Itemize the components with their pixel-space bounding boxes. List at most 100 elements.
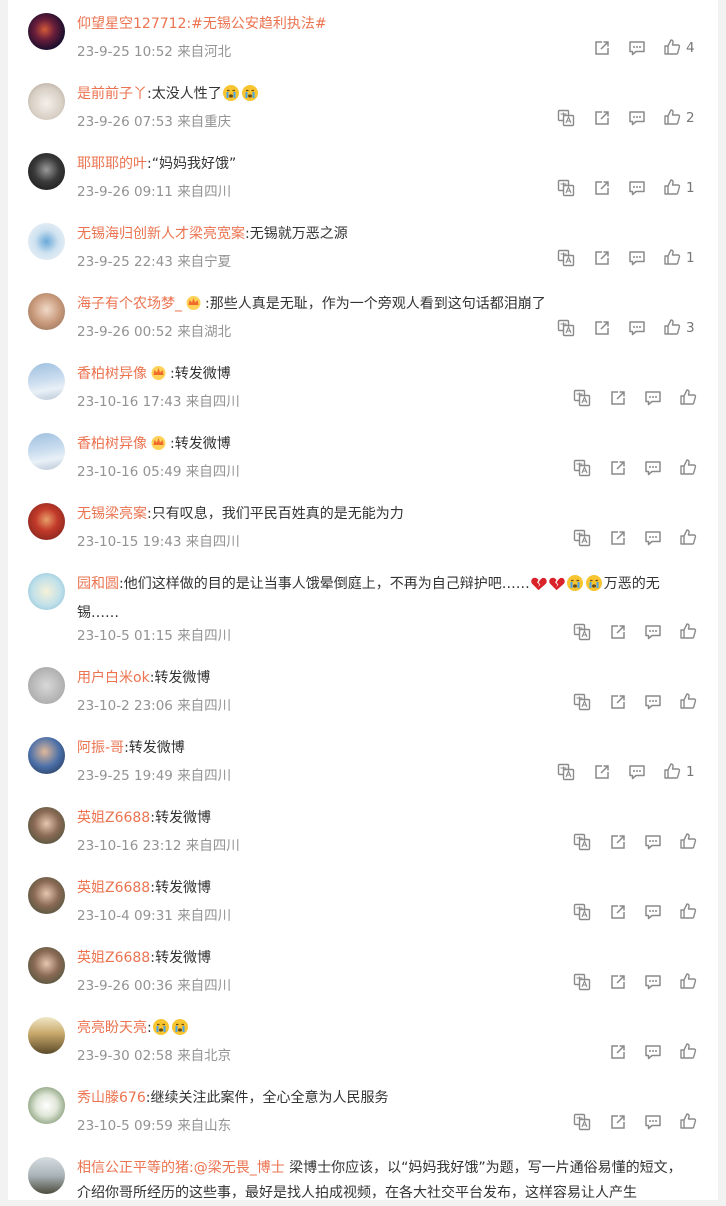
like-icon[interactable] bbox=[679, 832, 697, 850]
hashtag-link[interactable]: :#无锡公安趋利执法# bbox=[186, 16, 326, 32]
avatar[interactable] bbox=[28, 737, 65, 774]
username[interactable]: 是前前子丫 bbox=[77, 86, 147, 102]
like-icon[interactable] bbox=[679, 458, 697, 476]
share-icon[interactable] bbox=[609, 459, 627, 477]
translate-icon[interactable] bbox=[573, 529, 591, 547]
like-icon[interactable] bbox=[663, 178, 681, 196]
like-icon[interactable] bbox=[679, 692, 697, 710]
comment-icon[interactable] bbox=[628, 39, 646, 57]
username[interactable]: 英姐Z6688 bbox=[77, 950, 150, 966]
share-icon[interactable] bbox=[593, 763, 611, 781]
like-icon[interactable] bbox=[679, 972, 697, 990]
username[interactable]: 亮亮盼天亮 bbox=[77, 1020, 147, 1036]
translate-icon[interactable] bbox=[573, 459, 591, 477]
username[interactable]: 秀山滕676 bbox=[77, 1090, 146, 1106]
comment-icon[interactable] bbox=[644, 833, 662, 851]
like-icon[interactable] bbox=[663, 762, 681, 780]
share-icon[interactable] bbox=[593, 179, 611, 197]
avatar[interactable] bbox=[28, 573, 65, 610]
translate-icon[interactable] bbox=[573, 693, 591, 711]
comment-meta: 23-10-5 01:15 来自四川 bbox=[77, 624, 231, 644]
share-icon[interactable] bbox=[609, 833, 627, 851]
share-icon[interactable] bbox=[609, 389, 627, 407]
username[interactable]: 仰望星空127712 bbox=[77, 16, 186, 32]
avatar[interactable] bbox=[28, 223, 65, 260]
username[interactable]: 海子有个农场梦_ bbox=[77, 296, 182, 312]
share-icon[interactable] bbox=[593, 109, 611, 127]
share-icon[interactable] bbox=[593, 39, 611, 57]
avatar[interactable] bbox=[28, 363, 65, 400]
username[interactable]: 无锡海归创新人才梁亮宽案 bbox=[77, 226, 245, 242]
comment-icon[interactable] bbox=[628, 109, 646, 127]
comment-icon[interactable] bbox=[628, 763, 646, 781]
comment-icon[interactable] bbox=[628, 179, 646, 197]
share-icon[interactable] bbox=[593, 319, 611, 337]
comment-icon[interactable] bbox=[644, 693, 662, 711]
translate-icon[interactable] bbox=[557, 109, 575, 127]
like-icon[interactable] bbox=[679, 388, 697, 406]
avatar[interactable] bbox=[28, 947, 65, 984]
like-icon[interactable] bbox=[679, 528, 697, 546]
comment-icon[interactable] bbox=[644, 623, 662, 641]
share-icon[interactable] bbox=[609, 903, 627, 921]
like-icon[interactable] bbox=[663, 248, 681, 266]
avatar[interactable] bbox=[28, 1087, 65, 1124]
like-icon[interactable] bbox=[679, 622, 697, 640]
avatar[interactable] bbox=[28, 153, 65, 190]
like-icon[interactable] bbox=[663, 38, 681, 56]
share-icon[interactable] bbox=[593, 249, 611, 267]
comment-icon[interactable] bbox=[644, 459, 662, 477]
comment-icon[interactable] bbox=[644, 973, 662, 991]
username[interactable]: 阿振-哥 bbox=[77, 740, 124, 756]
like-icon[interactable] bbox=[663, 318, 681, 336]
avatar[interactable] bbox=[28, 667, 65, 704]
username[interactable]: 英姐Z6688 bbox=[77, 880, 150, 896]
avatar[interactable] bbox=[28, 13, 65, 50]
translate-icon[interactable] bbox=[557, 319, 575, 337]
like-icon[interactable] bbox=[679, 1042, 697, 1060]
username[interactable]: 香柏树异像 bbox=[77, 366, 147, 382]
avatar[interactable] bbox=[28, 877, 65, 914]
share-icon[interactable] bbox=[609, 1043, 627, 1061]
username[interactable]: 相信公正平等的猪 bbox=[77, 1160, 189, 1176]
share-icon[interactable] bbox=[609, 693, 627, 711]
like-icon[interactable] bbox=[679, 902, 697, 920]
translate-icon[interactable] bbox=[573, 903, 591, 921]
comment-icon[interactable] bbox=[644, 903, 662, 921]
username[interactable]: 香柏树异像 bbox=[77, 436, 147, 452]
translate-icon[interactable] bbox=[573, 833, 591, 851]
like-icon[interactable] bbox=[679, 1112, 697, 1130]
share-icon[interactable] bbox=[609, 623, 627, 641]
avatar[interactable] bbox=[28, 83, 65, 120]
avatar[interactable] bbox=[28, 1017, 65, 1054]
like-icon[interactable] bbox=[663, 108, 681, 126]
translate-icon[interactable] bbox=[573, 973, 591, 991]
comment-icon[interactable] bbox=[628, 249, 646, 267]
avatar[interactable] bbox=[28, 503, 65, 540]
username[interactable]: 用户白米ok bbox=[77, 670, 150, 686]
translate-icon[interactable] bbox=[557, 179, 575, 197]
username[interactable]: 耶耶耶的叶 bbox=[77, 156, 147, 172]
translate-icon[interactable] bbox=[557, 249, 575, 267]
translate-icon[interactable] bbox=[573, 623, 591, 641]
username[interactable]: 英姐Z6688 bbox=[77, 810, 150, 826]
comment-icon[interactable] bbox=[628, 319, 646, 337]
comment-icon[interactable] bbox=[644, 1043, 662, 1061]
translate-icon[interactable] bbox=[573, 1113, 591, 1131]
mention-link[interactable]: :@梁无畏_博士 bbox=[189, 1160, 285, 1176]
translate-icon[interactable] bbox=[557, 763, 575, 781]
comment-icon[interactable] bbox=[644, 529, 662, 547]
username[interactable]: 无锡梁亮案 bbox=[77, 506, 147, 522]
avatar[interactable] bbox=[28, 1157, 65, 1194]
comment-text: 秀山滕676:继续关注此案件，全心全意为人民服务 bbox=[77, 1086, 687, 1111]
share-icon[interactable] bbox=[609, 529, 627, 547]
comment-icon[interactable] bbox=[644, 389, 662, 407]
share-icon[interactable] bbox=[609, 1113, 627, 1131]
avatar[interactable] bbox=[28, 807, 65, 844]
avatar[interactable] bbox=[28, 433, 65, 470]
username[interactable]: 园和圆 bbox=[77, 576, 119, 592]
comment-icon[interactable] bbox=[644, 1113, 662, 1131]
avatar[interactable] bbox=[28, 293, 65, 330]
share-icon[interactable] bbox=[609, 973, 627, 991]
translate-icon[interactable] bbox=[573, 389, 591, 407]
